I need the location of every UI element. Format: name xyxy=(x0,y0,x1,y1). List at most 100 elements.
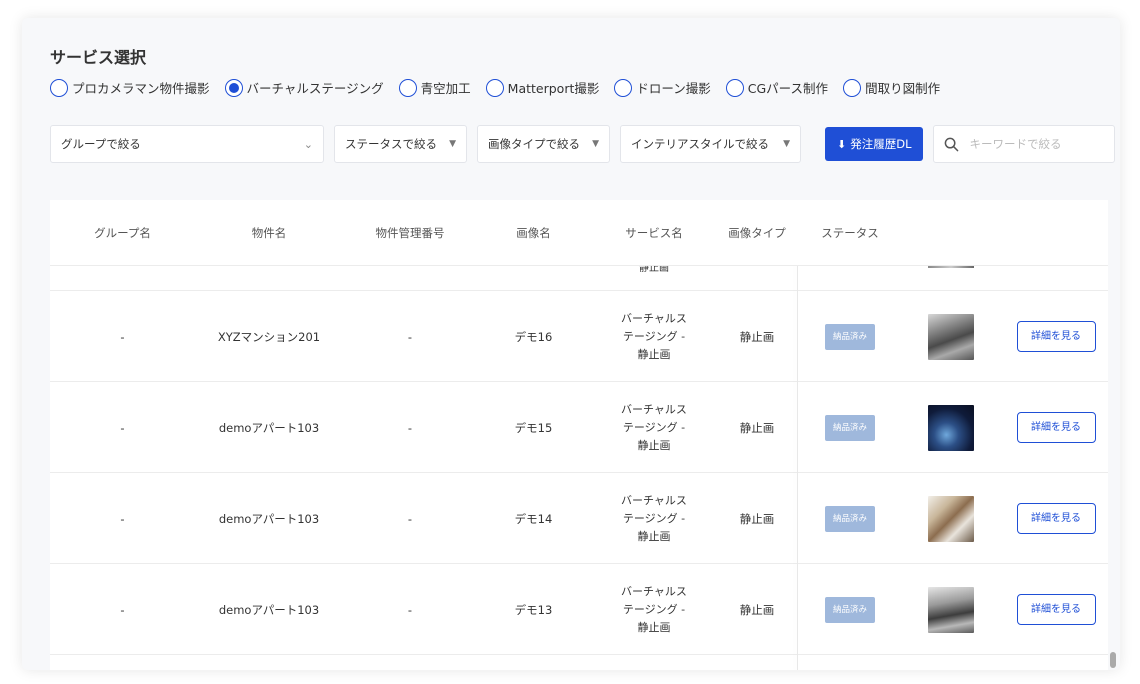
col-service[interactable]: サービス名 xyxy=(590,200,718,266)
image-type-filter-label: 画像タイプで絞る xyxy=(488,137,580,151)
radio-drone[interactable]: ドローン撮影 xyxy=(614,78,711,97)
radio-label: バーチャルステージング xyxy=(246,81,384,96)
col-mgmt-no[interactable]: 物件管理番号 xyxy=(343,200,477,266)
column-divider xyxy=(797,200,798,670)
radio-virtual-staging[interactable]: バーチャルステージング xyxy=(224,78,384,97)
table-row-partial xyxy=(50,655,1108,670)
cell-thumbnail xyxy=(920,382,982,473)
col-image-name[interactable]: 画像名 xyxy=(477,200,590,266)
group-filter-label: グループで絞る xyxy=(61,137,141,151)
cell-action: 詳細を見る xyxy=(1006,291,1106,382)
col-status[interactable]: ステータス xyxy=(810,200,890,266)
image-type-filter-select[interactable]: 画像タイプで絞る ▼ xyxy=(477,125,610,163)
orders-table: グループ名 物件名 物件管理番号 画像名 サービス名 画像タイプ ステータス 静… xyxy=(50,200,1108,670)
cell-image-type: 静止画 xyxy=(739,420,775,435)
order-history-download-button[interactable]: ⬇ 発注履歴DL xyxy=(825,127,924,161)
status-badge: 納品済み xyxy=(824,596,875,623)
cell-thumbnail xyxy=(920,473,982,564)
radio-label: Matterport撮影 xyxy=(507,81,600,96)
col-property[interactable]: 物件名 xyxy=(195,200,343,266)
thumbnail-image[interactable] xyxy=(928,586,974,633)
cell-service: バーチャルス テージング - 静止画 xyxy=(621,402,687,452)
radio-label: CGパース制作 xyxy=(747,81,829,96)
search-icon xyxy=(945,137,959,151)
cell-action: 詳細を見る xyxy=(1006,564,1106,655)
cell-property: demoアパート103 xyxy=(218,420,320,435)
download-icon: ⬇ xyxy=(837,137,847,151)
thumbnail-image[interactable] xyxy=(928,404,974,451)
cell-group: - xyxy=(120,420,125,435)
thumbnail-image[interactable] xyxy=(928,495,974,542)
cell-service: バーチャルス テージング - 静止画 xyxy=(621,493,687,543)
cell-group: - xyxy=(120,511,125,526)
status-filter-select[interactable]: ステータスで絞る ▼ xyxy=(334,125,467,163)
cell-image-name: デモ16 xyxy=(514,329,553,344)
thumbnail-image[interactable] xyxy=(928,313,974,360)
keyword-search[interactable] xyxy=(933,125,1116,163)
search-input[interactable] xyxy=(969,137,1100,151)
cell-property: demoアパート103 xyxy=(218,511,320,526)
filter-bar: グループで絞る ⌄ ステータスで絞る ▼ 画像タイプで絞る ▼ インテリアスタイ… xyxy=(50,125,1116,163)
cell-status: 納品済み xyxy=(810,382,890,473)
view-details-button[interactable]: 詳細を見る xyxy=(1016,503,1096,534)
radio-matterport[interactable]: Matterport撮影 xyxy=(485,78,600,97)
cell-status: 納品済み xyxy=(810,473,890,564)
cell-group: - xyxy=(120,602,125,617)
cell-image-type: 静止画 xyxy=(739,511,775,526)
status-badge: 納品済み xyxy=(824,414,875,441)
cell-image-type: 静止画 xyxy=(739,329,775,344)
cell-image-type: 静止画 xyxy=(739,602,775,617)
radio-label: プロカメラマン物件撮影 xyxy=(72,81,210,96)
table-header: グループ名 物件名 物件管理番号 画像名 サービス名 画像タイプ ステータス xyxy=(50,200,1108,266)
cell-status: 納品済み xyxy=(810,291,890,382)
radio-pro-photo[interactable]: プロカメラマン物件撮影 xyxy=(50,78,210,97)
view-details-button[interactable]: 詳細を見る xyxy=(1016,594,1096,625)
radio-circle-icon[interactable] xyxy=(398,78,417,97)
caret-down-icon: ▼ xyxy=(783,139,790,149)
view-details-button[interactable]: 詳細を見る xyxy=(1016,321,1096,352)
cell-property: demoアパート103 xyxy=(218,602,320,617)
status-filter-label: ステータスで絞る xyxy=(345,137,437,151)
radio-selected-icon[interactable] xyxy=(224,78,243,97)
cell-property: XYZマンション201 xyxy=(217,329,321,344)
scrollbar-thumb[interactable] xyxy=(1110,652,1116,668)
cell-service: バーチャルス テージング - 静止画 xyxy=(621,311,687,361)
download-label: 発注履歴DL xyxy=(850,137,912,151)
cell-mgmt-no: - xyxy=(407,329,413,344)
radio-floor-plan[interactable]: 間取り図制作 xyxy=(843,78,940,97)
radio-sky-edit[interactable]: 青空加工 xyxy=(398,78,471,97)
interior-style-filter-select[interactable]: インテリアスタイルで絞る ▼ xyxy=(620,125,801,163)
cell-mgmt-no: - xyxy=(407,602,413,617)
cell-action: 詳細を見る xyxy=(1006,473,1106,564)
cell-thumbnail xyxy=(920,291,982,382)
radio-cg-perspective[interactable]: CGパース制作 xyxy=(725,78,829,97)
radio-circle-icon[interactable] xyxy=(50,78,68,97)
cell-mgmt-no: - xyxy=(407,420,413,435)
cell-image-name: デモ13 xyxy=(514,602,553,617)
status-badge: 納品済み xyxy=(824,323,875,350)
cell-thumbnail xyxy=(920,564,982,655)
group-filter-select[interactable]: グループで絞る ⌄ xyxy=(50,125,324,163)
radio-circle-icon[interactable] xyxy=(614,78,633,97)
cell-service: バーチャルス テージング - 静止画 xyxy=(621,584,687,634)
table-row: - XYZマンション201 - デモ16 バーチャルス テージング - 静止画 … xyxy=(50,291,1108,382)
table-row: - demoアパート103 - デモ13 バーチャルス テージング - 静止画 … xyxy=(50,564,1108,655)
table-row-partial: 静止画 xyxy=(50,260,1108,291)
radio-circle-icon[interactable] xyxy=(843,78,862,97)
cell-image-name: デモ14 xyxy=(514,511,553,526)
radio-circle-icon[interactable] xyxy=(485,78,504,97)
radio-label: ドローン撮影 xyxy=(636,81,711,96)
cell-group: - xyxy=(120,329,125,344)
page-title: サービス選択 xyxy=(50,48,147,67)
status-badge: 納品済み xyxy=(824,505,875,532)
radio-circle-icon[interactable] xyxy=(725,78,744,97)
view-details-button[interactable]: 詳細を見る xyxy=(1016,412,1096,443)
col-group[interactable]: グループ名 xyxy=(50,200,195,266)
service-panel: サービス選択 プロカメラマン物件撮影 バーチャルステージング 青空加工 Matt… xyxy=(22,18,1120,670)
cell-mgmt-no: - xyxy=(407,511,413,526)
chevron-down-icon: ⌄ xyxy=(303,137,313,151)
caret-down-icon: ▼ xyxy=(449,139,456,149)
radio-label: 青空加工 xyxy=(420,81,471,96)
table-row: - demoアパート103 - デモ14 バーチャルス テージング - 静止画 … xyxy=(50,473,1108,564)
col-image-type[interactable]: 画像タイプ xyxy=(718,200,796,266)
